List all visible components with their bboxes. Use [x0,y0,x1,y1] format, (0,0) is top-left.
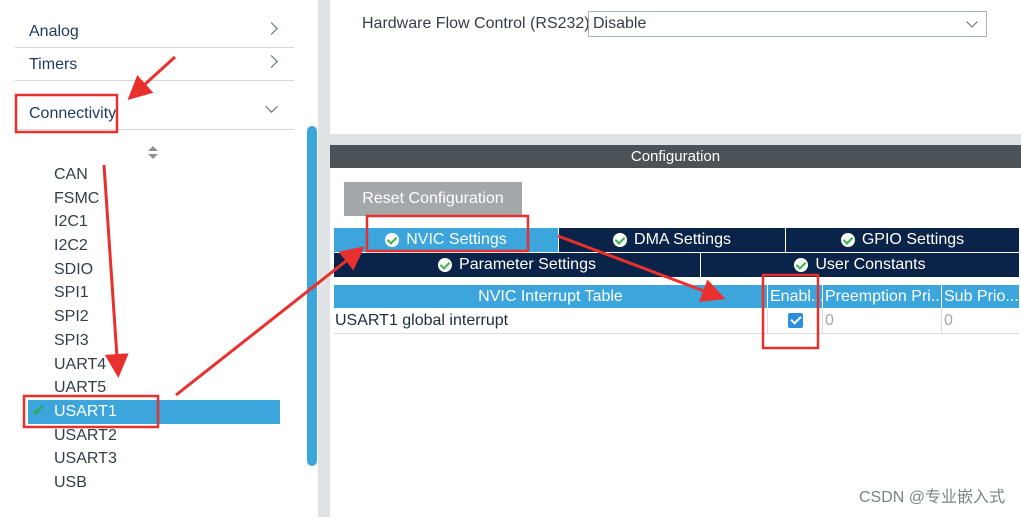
peripheral-item-uart5[interactable]: UART5 [28,376,280,400]
peripheral-item-i2c1[interactable]: I2C1 [28,210,280,234]
peripheral-item-can[interactable]: CAN [28,163,280,187]
category-label: Timers [29,56,78,73]
tab-dma-settings[interactable]: DMA Settings [559,228,786,252]
peripheral-item-spi3[interactable]: SPI3 [28,329,280,353]
flow-control-value: Disable [593,15,647,32]
tab-row-1: NVIC Settings DMA Settings GPIO Settings [334,228,1019,252]
reset-configuration-button[interactable]: Reset Configuration [344,182,522,216]
category-connectivity[interactable]: Connectivity [15,82,294,130]
category-label: Connectivity [29,105,117,122]
tab-nvic-settings[interactable]: NVIC Settings [334,228,559,252]
interrupt-name-cell: USART1 global interrupt [334,308,768,334]
column-header-preemption[interactable]: Preemption Pri... [823,285,942,308]
peripheral-item-usb[interactable]: USB [28,471,280,495]
peripheral-item-sdio[interactable]: SDIO [28,258,280,282]
flow-control-select[interactable]: Disable [588,11,987,37]
chevron-down-icon [966,16,978,28]
check-circle-icon [613,233,628,247]
chevron-down-icon [265,100,278,113]
table-row[interactable]: USART1 global interrupt 0 0 [334,308,1019,334]
flow-control-label: Hardware Flow Control (RS232) [362,15,590,32]
peripheral-item-spi1[interactable]: SPI1 [28,281,280,305]
check-icon: ✔ [32,402,46,420]
preemption-priority-cell[interactable]: 0 [823,308,942,334]
tab-user-constants[interactable]: User Constants [701,253,1019,277]
enabled-cell [768,308,823,334]
section-divider[interactable] [330,134,1021,145]
column-header-enabled[interactable]: Enabl... [768,285,823,308]
check-circle-icon [385,233,400,247]
peripheral-item-usart3[interactable]: USART3 [28,447,280,471]
peripheral-list: CAN FSMC I2C1 I2C2 SDIO SPI1 SPI2 SPI3 U… [28,163,280,495]
peripheral-item-spi2[interactable]: SPI2 [28,305,280,329]
nvic-interrupt-table: NVIC Interrupt Table Enabl... Preemption… [334,285,1019,334]
watermark: CSDN @专业嵌入式 [858,489,1005,506]
category-sidebar: Analog Timers Connectivity CAN FSMC I2C1… [0,0,305,517]
check-circle-icon [794,258,809,272]
peripheral-item-uart4[interactable]: UART4 [28,353,280,377]
peripheral-item-i2c2[interactable]: I2C2 [28,234,280,258]
column-header-sub-priority[interactable]: Sub Prio... [942,285,1019,308]
peripheral-item-usart1[interactable]: ✔ USART1 [28,399,280,424]
check-circle-icon [438,258,453,272]
panel-splitter[interactable] [318,0,330,517]
sub-priority-cell[interactable]: 0 [942,308,1019,334]
category-timers[interactable]: Timers [15,33,294,81]
configuration-panel: Hardware Flow Control (RS232) Disable Co… [330,0,1021,517]
enable-checkbox[interactable] [787,313,803,328]
peripheral-item-usart2[interactable]: USART2 [28,424,280,448]
peripheral-item-fsmc[interactable]: FSMC [28,187,280,211]
configuration-header: Configuration [330,145,1021,168]
tab-row-2: Parameter Settings User Constants [334,253,1019,277]
chevron-right-icon [265,55,278,68]
sort-icon[interactable] [148,146,158,160]
table-header: NVIC Interrupt Table Enabl... Preemption… [334,285,1019,308]
tab-gpio-settings[interactable]: GPIO Settings [786,228,1019,252]
sidebar-scrollbar-thumb[interactable] [307,126,317,466]
column-header-interrupt[interactable]: NVIC Interrupt Table [334,285,768,308]
tab-parameter-settings[interactable]: Parameter Settings [334,253,701,277]
check-circle-icon [840,233,855,247]
